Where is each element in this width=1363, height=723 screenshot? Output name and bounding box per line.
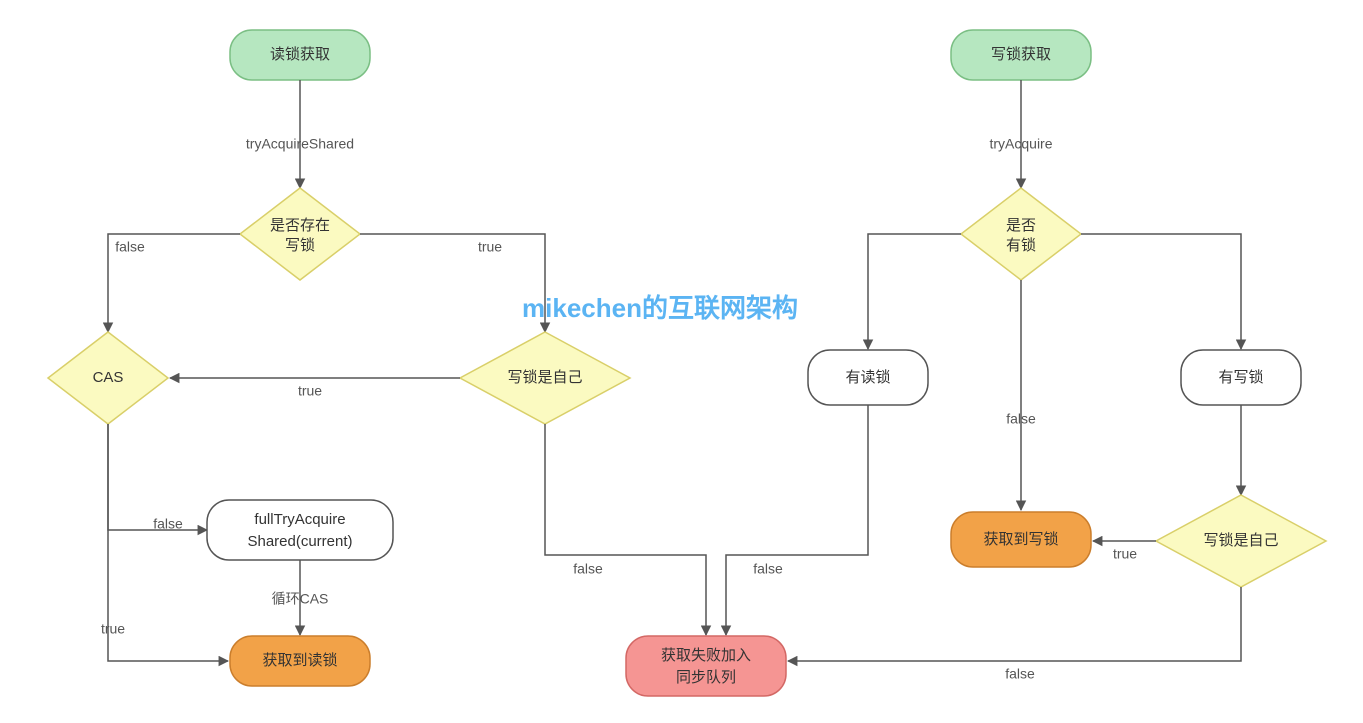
label-has-write-lock-1: 是否存在 [270, 217, 330, 234]
label-writeself2-true: true [1113, 546, 1137, 562]
node-full-try-acquire [207, 500, 393, 560]
edge-cas-false [108, 424, 207, 530]
edge-haswrite-true [360, 234, 545, 332]
label-haswrite-true: true [478, 239, 502, 255]
label-fail-queue-1: 获取失败加入 [661, 647, 751, 664]
node-has-lock [961, 188, 1081, 280]
label-tryAcquire: tryAcquire [989, 136, 1052, 152]
watermark-text: mikechen的互联网架构 [522, 293, 798, 323]
label-write-is-self: 写锁是自己 [507, 369, 582, 386]
label-writeself-true: true [298, 383, 322, 399]
edge-haslock-left [868, 234, 961, 349]
node-has-write-lock [240, 188, 360, 280]
label-got-write-lock: 获取到写锁 [983, 531, 1058, 548]
label-write-is-self-2: 写锁是自己 [1203, 532, 1278, 549]
label-full-try-acquire-1: fullTryAcquire [254, 511, 345, 528]
label-hasread-false: false [753, 561, 783, 577]
label-has-lock-1: 是否 [1006, 217, 1036, 234]
label-writeself2-false: false [1005, 666, 1035, 682]
edge-writeself-false [545, 424, 706, 635]
edge-haslock-right [1081, 234, 1241, 349]
edge-hasread-false [726, 405, 868, 635]
label-loopcas: 循环CAS [272, 591, 329, 607]
label-tryAcquireShared: tryAcquireShared [246, 136, 354, 152]
node-fail-queue [626, 636, 786, 696]
label-haswrite-false: false [115, 239, 145, 255]
label-read-lock-start: 读锁获取 [270, 46, 330, 63]
label-has-write-lock-2: 写锁 [285, 237, 315, 254]
edge-writeself2-false [788, 587, 1241, 661]
label-cas-false: false [153, 516, 183, 532]
label-has-read-lock: 有读锁 [845, 369, 890, 386]
flowchart-diagram: mikechen的互联网架构 读锁获取 tryAcquireShared 是否存… [0, 0, 1363, 723]
label-fail-queue-2: 同步队列 [676, 669, 736, 686]
label-write-lock-start: 写锁获取 [991, 46, 1051, 63]
label-writeself-false: false [573, 561, 603, 577]
label-cas-true: true [101, 621, 125, 637]
label-haslock-false: false [1006, 411, 1036, 427]
label-full-try-acquire-2: Shared(current) [247, 533, 352, 550]
label-got-read-lock: 获取到读锁 [262, 652, 337, 669]
label-cas: CAS [93, 369, 124, 386]
label-has-lock-2: 有锁 [1006, 237, 1036, 254]
label-has-write-lock2: 有写锁 [1218, 369, 1263, 386]
